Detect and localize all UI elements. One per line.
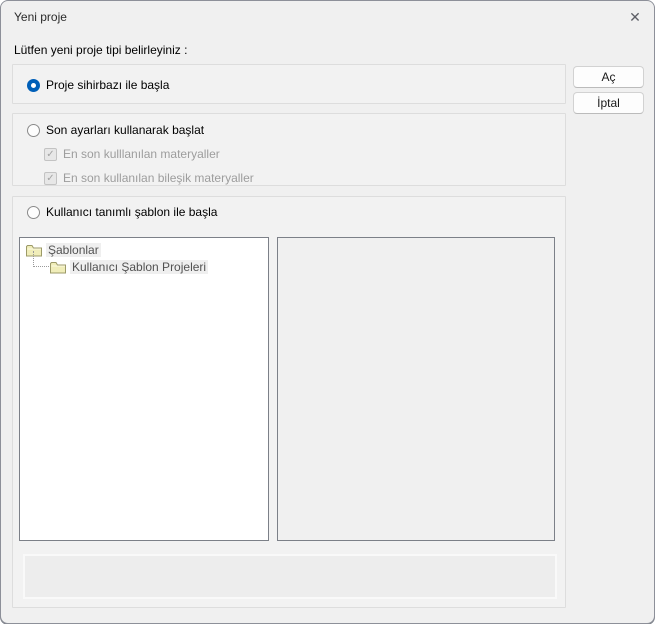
checkbox-recent-materials-label: En son kulllanılan materyaller	[63, 147, 220, 161]
titlebar: Yeni proje ✕	[1, 1, 654, 33]
tree-connector	[33, 251, 49, 267]
cancel-button[interactable]: İptal	[573, 92, 644, 114]
checkbox-checked-icon: ✓	[44, 148, 57, 161]
group-last-settings: Son ayarları kullanarak başlat ✓ En son …	[12, 113, 566, 186]
instruction-label: Lütfen yeni proje tipi belirleyiniz :	[14, 43, 187, 57]
radio-user-template-label: Kullanıcı tanımlı şablon ile başla	[46, 205, 217, 219]
new-project-dialog: Yeni proje ✕ Lütfen yeni proje tipi beli…	[0, 0, 655, 624]
radio-wizard-label: Proje sihirbazı ile başla	[46, 78, 169, 92]
radio-last-settings[interactable]: Son ayarları kullanarak başlat	[27, 123, 204, 137]
radio-unselected-icon	[27, 206, 40, 219]
checkbox-recent-composite-materials[interactable]: ✓ En son kullanılan bileşik materyaller	[44, 171, 254, 185]
open-button[interactable]: Aç	[573, 66, 644, 88]
checkbox-recent-composite-materials-label: En son kullanılan bileşik materyaller	[63, 171, 254, 185]
tree-item-user-template-projects[interactable]: Kullanıcı Şablon Projeleri	[50, 259, 208, 275]
close-icon[interactable]: ✕	[625, 8, 645, 28]
tree-item-templates-label: Şablonlar	[46, 243, 101, 257]
folder-icon	[50, 261, 66, 274]
radio-selected-icon	[27, 79, 40, 92]
window-title: Yeni proje	[14, 10, 67, 24]
radio-unselected-icon	[27, 124, 40, 137]
checkbox-recent-materials[interactable]: ✓ En son kulllanılan materyaller	[44, 147, 220, 161]
radio-user-template[interactable]: Kullanıcı tanımlı şablon ile başla	[27, 205, 217, 219]
template-preview-panel	[277, 237, 555, 541]
template-description-well	[23, 554, 557, 599]
checkbox-checked-icon: ✓	[44, 172, 57, 185]
tree-item-user-template-projects-label: Kullanıcı Şablon Projeleri	[70, 260, 208, 274]
radio-last-settings-label: Son ayarları kullanarak başlat	[46, 123, 204, 137]
group-wizard: Proje sihirbazı ile başla	[12, 64, 566, 104]
radio-wizard[interactable]: Proje sihirbazı ile başla	[27, 78, 169, 92]
template-tree-panel: Şablonlar Kullanıcı Şablon Projeleri	[19, 237, 269, 541]
group-user-template: Kullanıcı tanımlı şablon ile başla Şablo…	[12, 196, 566, 608]
